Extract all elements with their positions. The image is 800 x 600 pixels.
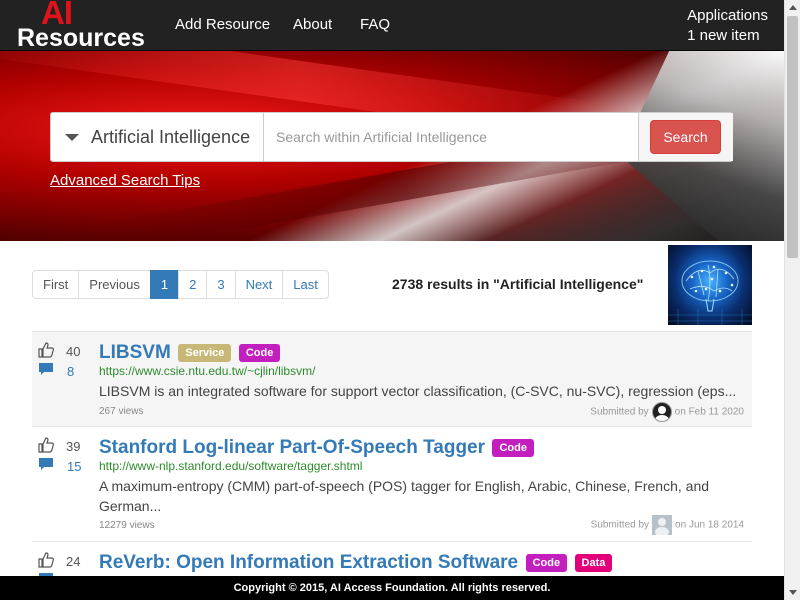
comment-count[interactable]: 15 — [67, 459, 81, 474]
page-footer: Copyright © 2015, AI Access Foundation. … — [0, 576, 784, 600]
avatar[interactable] — [652, 515, 673, 535]
nav-add-resource[interactable]: Add Resource — [175, 16, 270, 33]
result-count: 2738 results in "Artificial Intelligence… — [392, 276, 644, 292]
result-title-link[interactable]: LIBSVM — [99, 342, 171, 363]
vote-count: 40 — [66, 344, 81, 359]
hero-banner: Artificial Intelligence Search Advanced … — [0, 51, 784, 241]
pagination-last[interactable]: Last — [282, 270, 329, 299]
pagination-page-1[interactable]: 1 — [149, 270, 180, 299]
scroll-up-arrow-icon[interactable] — [789, 5, 797, 10]
badge-data[interactable]: Data — [574, 554, 613, 572]
search-input[interactable] — [265, 113, 638, 161]
result-submitted-info: Submitted by on Feb 11 2020 — [590, 402, 744, 422]
vote-count: 24 — [66, 554, 81, 569]
applications-notification[interactable]: Applications 1 new item — [687, 6, 768, 46]
result-item: 39 15 Stanford Log-linear Part-Of-Speech… — [32, 426, 752, 541]
nav-about[interactable]: About — [293, 16, 332, 33]
search-scope-label: Artificial Intelligence — [91, 127, 251, 147]
pagination-page-3[interactable]: 3 — [206, 270, 236, 299]
caret-down-icon — [65, 134, 79, 141]
submitted-by-label: Submitted by — [590, 406, 649, 418]
submitted-date: on Feb 11 2020 — [674, 406, 744, 418]
thumbs-up-icon[interactable] — [38, 552, 54, 568]
results-list: 40 8 LIBSVM Service Code https://www.csi… — [32, 331, 752, 600]
search-bar: Artificial Intelligence Search — [50, 112, 733, 162]
applications-new-items: 1 new item — [687, 27, 760, 44]
top-navbar: AI Resources Add Resource About FAQ Appl… — [0, 0, 784, 52]
result-description: LIBSVM is an integrated software for sup… — [99, 383, 737, 399]
result-views: 267 views — [99, 406, 144, 417]
result-url[interactable]: https://www.csie.ntu.edu.tw/~cjlin/libsv… — [99, 364, 315, 378]
brain-icon — [668, 260, 752, 325]
comment-count[interactable]: 8 — [67, 364, 74, 379]
result-title-line: ReVerb: Open Information Extraction Soft… — [99, 552, 613, 574]
applications-title: Applications — [687, 7, 768, 24]
result-title-line: LIBSVM Service Code — [99, 342, 281, 364]
submitted-by-label: Submitted by — [590, 519, 650, 531]
search-button-group: Search — [638, 113, 733, 161]
result-title-link[interactable]: ReVerb: Open Information Extraction Soft… — [99, 552, 518, 573]
avatar[interactable] — [651, 402, 672, 422]
vertical-scrollbar[interactable] — [784, 0, 800, 600]
badge-service[interactable]: Service — [178, 344, 232, 362]
result-views: 12279 views — [99, 520, 155, 531]
scrollbar-thumb[interactable] — [787, 16, 798, 258]
badge-code[interactable]: Code — [525, 554, 568, 572]
site-logo[interactable]: AI Resources — [17, 0, 147, 52]
search-button[interactable]: Search — [650, 120, 721, 154]
search-scope-dropdown[interactable]: Artificial Intelligence — [51, 113, 264, 161]
result-item: 40 8 LIBSVM Service Code https://www.csi… — [32, 331, 752, 426]
category-brain-image — [668, 245, 752, 325]
pagination: First Previous 1 2 3 Next Last — [32, 270, 329, 299]
submitted-date: on Jun 18 2014 — [675, 519, 744, 531]
badge-code[interactable]: Code — [492, 439, 534, 457]
result-url[interactable]: http://www-nlp.stanford.edu/software/tag… — [99, 459, 362, 473]
advanced-search-tips-link[interactable]: Advanced Search Tips — [50, 172, 200, 189]
pagination-first[interactable]: First — [32, 270, 80, 299]
logo-resources-text: Resources — [17, 24, 145, 52]
nav-faq[interactable]: FAQ — [360, 16, 390, 33]
pagination-next[interactable]: Next — [234, 270, 284, 299]
badge-code[interactable]: Code — [238, 344, 281, 362]
comment-icon[interactable] — [39, 458, 53, 470]
comment-icon[interactable] — [39, 363, 53, 375]
result-description: A maximum-entropy (CMM) part-of-speech (… — [99, 478, 710, 514]
vote-count: 39 — [66, 439, 81, 454]
thumbs-up-icon[interactable] — [38, 437, 54, 453]
thumbs-up-icon[interactable] — [38, 342, 54, 358]
pagination-page-2[interactable]: 2 — [178, 270, 208, 299]
pagination-previous[interactable]: Previous — [78, 270, 151, 299]
result-title-link[interactable]: Stanford Log-linear Part-Of-Speech Tagge… — [99, 437, 485, 458]
result-title-line: Stanford Log-linear Part-Of-Speech Tagge… — [99, 437, 534, 459]
result-submitted-info: Submitted by on Jun 18 2014 — [591, 515, 744, 535]
scroll-down-arrow-icon[interactable] — [789, 590, 797, 595]
